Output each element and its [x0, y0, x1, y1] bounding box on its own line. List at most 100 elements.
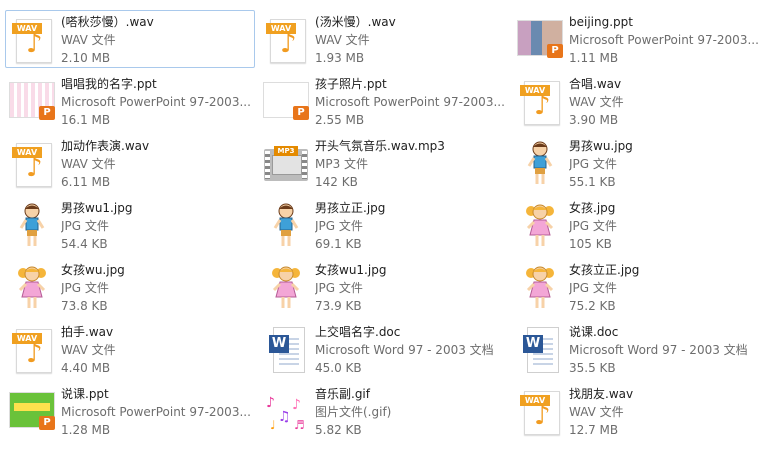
- file-details: 女孩立正.jpg JPG 文件 75.2 KB: [569, 261, 766, 315]
- file-item[interactable]: WAV ♪ 加动作表演.wav WAV 文件 6.11 MB: [5, 134, 255, 192]
- file-thumbnail: [516, 139, 564, 187]
- file-item[interactable]: WAV ♪ (嗒秋莎慢）.wav WAV 文件 2.10 MB: [5, 10, 255, 68]
- wav-icon: WAV ♪: [520, 79, 560, 125]
- file-name: 女孩wu1.jpg: [315, 263, 387, 277]
- file-type: MP3 文件: [315, 157, 369, 171]
- file-item[interactable]: 男孩wu1.jpg JPG 文件 54.4 KB: [5, 196, 255, 254]
- file-details: (嗒秋莎慢）.wav WAV 文件 2.10 MB: [61, 13, 261, 67]
- file-size: 16.1 MB: [61, 113, 111, 127]
- file-item[interactable]: 女孩立正.jpg JPG 文件 75.2 KB: [513, 258, 763, 316]
- file-details: 合唱.wav WAV 文件 3.90 MB: [569, 75, 766, 129]
- file-name: 女孩立正.jpg: [569, 263, 640, 277]
- file-item[interactable]: 男孩立正.jpg JPG 文件 69.1 KB: [259, 196, 509, 254]
- file-size: 75.2 KB: [569, 299, 616, 313]
- file-details: 说课.doc Microsoft Word 97 - 2003 文档 35.5 KB: [569, 323, 766, 377]
- svg-text:♪: ♪: [292, 397, 301, 413]
- file-item[interactable]: 女孩.jpg JPG 文件 105 KB: [513, 196, 763, 254]
- file-thumbnail: [516, 201, 564, 249]
- file-size: 45.0 KB: [315, 361, 362, 375]
- file-type: JPG 文件: [61, 281, 109, 295]
- file-details: 找朋友.wav WAV 文件 12.7 MB: [569, 385, 766, 439]
- file-item[interactable]: WAV ♪ (汤米慢）.wav WAV 文件 1.93 MB: [259, 10, 509, 68]
- file-item[interactable]: WAV ♪ 拍手.wav WAV 文件 4.40 MB: [5, 320, 255, 378]
- file-details: beijing.ppt Microsoft PowerPoint 97-2003.…: [569, 13, 766, 67]
- wav-icon: WAV ♪: [266, 17, 306, 63]
- file-details: 男孩wu1.jpg JPG 文件 54.4 KB: [61, 199, 261, 253]
- file-type: JPG 文件: [61, 219, 109, 233]
- file-item[interactable]: W 上交唱名字.doc Microsoft Word 97 - 2003 文档 45.…: [259, 320, 509, 378]
- file-name: 男孩wu.jpg: [569, 139, 633, 153]
- file-size: 4.40 MB: [61, 361, 111, 375]
- file-size: 73.9 KB: [315, 299, 362, 313]
- file-type: WAV 文件: [61, 157, 116, 171]
- file-size: 1.93 MB: [315, 51, 365, 65]
- wav-icon: WAV ♪: [12, 17, 52, 63]
- ppt-photo-thumbnail: P: [517, 20, 563, 58]
- svg-text:♫: ♫: [278, 409, 291, 425]
- file-details: 说课.ppt Microsoft PowerPoint 97-2003... 1.2…: [61, 385, 261, 439]
- file-type: WAV 文件: [315, 33, 370, 47]
- file-details: 开头气氛音乐.wav.mp3 MP3 文件 142 KB: [315, 137, 515, 191]
- boy-drawing-thumbnail: [527, 141, 553, 184]
- file-thumbnail: [262, 201, 310, 249]
- file-item[interactable]: W 说课.doc Microsoft Word 97 - 2003 文档 35.5 K…: [513, 320, 763, 378]
- file-name: 说课.ppt: [61, 387, 109, 401]
- file-name: 孩子照片.ppt: [315, 77, 387, 91]
- file-type: JPG 文件: [569, 281, 617, 295]
- file-size: 105 KB: [569, 237, 612, 251]
- file-item[interactable]: ♪ ♫ ♪ ♩ ♬ 音乐副.gif 图片文件(.gif) 5.82 KB: [259, 382, 509, 440]
- file-type: Microsoft PowerPoint 97-2003...: [61, 95, 251, 109]
- file-name: (嗒秋莎慢）.wav: [61, 15, 154, 29]
- file-thumbnail: W: [516, 325, 564, 373]
- girl-drawing-thumbnail: [526, 266, 554, 308]
- file-details: 拍手.wav WAV 文件 4.40 MB: [61, 323, 261, 377]
- file-type: WAV 文件: [61, 33, 116, 47]
- file-name: 唱唱我的名字.ppt: [61, 77, 157, 91]
- file-type: JPG 文件: [315, 281, 363, 295]
- file-type: JPG 文件: [569, 157, 617, 171]
- wav-icon: WAV ♪: [12, 141, 52, 187]
- file-details: 上交唱名字.doc Microsoft Word 97 - 2003 文档 45.0…: [315, 323, 515, 377]
- file-thumbnail: WAV ♪: [8, 15, 56, 63]
- file-name: 男孩wu1.jpg: [61, 201, 133, 215]
- file-item[interactable]: 女孩wu1.jpg JPG 文件 73.9 KB: [259, 258, 509, 316]
- file-item[interactable]: P 唱唱我的名字.ppt Microsoft PowerPoint 97-2003.…: [5, 72, 255, 130]
- file-thumbnail: [8, 263, 56, 311]
- mp3-icon: MP3: [264, 143, 308, 183]
- file-item[interactable]: P 说课.ppt Microsoft PowerPoint 97-2003... 1.…: [5, 382, 255, 440]
- file-thumbnail: WAV ♪: [8, 139, 56, 187]
- file-name: beijing.ppt: [569, 15, 633, 29]
- file-thumbnail: W: [262, 325, 310, 373]
- file-size: 1.11 MB: [569, 51, 619, 65]
- file-item[interactable]: WAV ♪ 合唱.wav WAV 文件 3.90 MB: [513, 72, 763, 130]
- file-item[interactable]: P 孩子照片.ppt Microsoft PowerPoint 97-2003...…: [259, 72, 509, 130]
- svg-text:♪: ♪: [266, 395, 275, 411]
- girl-drawing-thumbnail: [526, 204, 554, 246]
- file-item[interactable]: MP3 开头气氛音乐.wav.mp3 MP3 文件 142 KB: [259, 134, 509, 192]
- file-thumbnail: MP3: [262, 139, 310, 187]
- boy-drawing-thumbnail: [19, 203, 45, 246]
- file-name: 加动作表演.wav: [61, 139, 150, 153]
- word-icon: W: [269, 327, 305, 373]
- file-type: Microsoft PowerPoint 97-2003...: [315, 95, 505, 109]
- file-details: (汤米慢）.wav WAV 文件 1.93 MB: [315, 13, 515, 67]
- ppt-blank-thumbnail: P: [263, 82, 309, 120]
- file-item[interactable]: Pbeijing.ppt Microsoft PowerPoint 97-2003…: [513, 10, 763, 68]
- file-thumbnail: WAV ♪: [8, 325, 56, 373]
- file-name: 音乐副.gif: [315, 387, 370, 401]
- file-item[interactable]: WAV ♪ 找朋友.wav WAV 文件 12.7 MB: [513, 382, 763, 440]
- file-item[interactable]: 女孩wu.jpg JPG 文件 73.8 KB: [5, 258, 255, 316]
- file-details: 男孩立正.jpg JPG 文件 69.1 KB: [315, 199, 515, 253]
- ppt-green-thumbnail: P: [9, 392, 55, 430]
- file-thumbnail: P: [8, 387, 56, 435]
- file-size: 142 KB: [315, 175, 358, 189]
- file-size: 3.90 MB: [569, 113, 619, 127]
- file-size: 55.1 KB: [569, 175, 616, 189]
- girl-drawing-thumbnail: [18, 266, 46, 308]
- file-name: 女孩.jpg: [569, 201, 616, 215]
- file-type: Microsoft PowerPoint 97-2003...: [569, 33, 759, 47]
- music-notes-thumbnail: ♪♫♪ ♩ ♬: [266, 395, 305, 431]
- file-item[interactable]: 男孩wu.jpg JPG 文件 55.1 KB: [513, 134, 763, 192]
- svg-text:♩: ♩: [270, 418, 276, 431]
- word-icon: W: [523, 327, 559, 373]
